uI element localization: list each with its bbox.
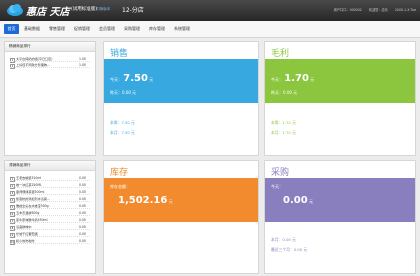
- nav-home[interactable]: 首页: [4, 24, 19, 34]
- slow-ranking-panel: 滞销商品排行 1 王老吉罐装310ml 0.00 2 统一冰红茶250ML 0.00 3…: [4, 160, 96, 274]
- list-item[interactable]: 8 清露鲜味中 0.00: [10, 225, 90, 232]
- slow-ranking-title: 滞销商品排行: [5, 161, 95, 171]
- switch-version-link[interactable]: 切换版本: [96, 7, 110, 12]
- purchase-box: 今天： 0.00 元: [265, 178, 415, 222]
- profit-week: 本周：1.70 元: [271, 120, 296, 125]
- profit-box: 今天： 1.70 元 昨天：0.00 元: [265, 59, 415, 103]
- sales-today: 今天： 7.50 元: [110, 73, 154, 84]
- profit-month: 本月：1.70 元: [271, 130, 296, 135]
- purchase-today-label: 今天：: [271, 184, 283, 189]
- list-item[interactable]: 7 蒙牛原味酸牛奶450ml 0.00: [10, 218, 90, 225]
- nav-inventory[interactable]: 库存管理: [146, 24, 168, 34]
- list-item[interactable]: 5 雅蜂全尖在水蜂宝500g 0.00: [10, 204, 90, 211]
- profit-title: 毛利: [271, 49, 290, 59]
- list-item[interactable]: 4 凯嘉杭的添加剂水清爽… 0.00: [10, 197, 90, 204]
- welcome-info: 欢迎您：店长: [368, 8, 388, 12]
- date-info: 2000-1-X Tue: [394, 8, 416, 12]
- purchase-today: 0.00 元: [283, 195, 313, 206]
- profit-card[interactable]: 毛利 今天： 1.70 元 昨天：0.00 元 本周：1.70 元 本月：1.7…: [264, 41, 416, 156]
- nav-system[interactable]: 系统管理: [171, 24, 193, 34]
- sales-box: 今天： 7.50 元 昨天：0.00 元: [104, 59, 258, 103]
- list-item[interactable]: 2 上好佳不同款分管理物… 1.00: [10, 63, 90, 70]
- list-item[interactable]: 6 五丰农温鲜500g 0.00: [10, 211, 90, 218]
- stock-title: 库存: [110, 168, 129, 178]
- nav-member[interactable]: 会员管理: [96, 24, 118, 34]
- user-info: 用户口口：000002: [333, 8, 362, 12]
- list-item[interactable]: 10 和小的吃啦吃 0.00: [10, 239, 90, 246]
- sales-yesterday: 昨天：0.00 元: [110, 90, 137, 95]
- hot-ranking-title: 畅销商品排行: [5, 42, 95, 52]
- nav-retail[interactable]: 零售管理: [46, 24, 68, 34]
- main-nav: 首页 基础数据 零售管理 促销管理 会员管理 采购管理 库存管理 系统管理: [0, 21, 420, 38]
- sales-title: 销售: [110, 49, 129, 59]
- profit-today: 今天： 1.70 元: [271, 73, 315, 84]
- sales-month: 本月：7.50 元: [110, 130, 135, 135]
- list-item[interactable]: 2 统一冰红茶250ML 0.00: [10, 183, 90, 190]
- purchase-month: 本月：0.00 元: [271, 237, 296, 242]
- top-bar: 惠店 天店 (试用标准版) 切换版本 12-分店 用户口口：000002 欢迎您…: [0, 0, 420, 21]
- list-item[interactable]: 1 大平台纯奶的组(平日口区) 1.00: [10, 57, 90, 64]
- hot-ranking-panel: 畅销商品排行 1 大平台纯奶的组(平日口区) 1.00 2 上好佳不同款分管理物…: [4, 41, 96, 156]
- store-name: 12-分店: [122, 7, 144, 14]
- list-item[interactable]: 9 长城干红葡萄酒 0.00: [10, 232, 90, 239]
- stock-box: 库存金额： 1,502.16 元: [104, 178, 258, 222]
- app-logo-text: 惠店 天店: [26, 7, 70, 18]
- purchase-last-three-months: 最近三个月：0.00 元: [271, 247, 308, 252]
- top-info: 用户口口：000002 欢迎您：店长 2000-1-X Tue: [328, 7, 416, 12]
- edition-label: (试用标准版): [71, 7, 98, 12]
- cloud-logo-icon: [7, 4, 23, 16]
- profit-yesterday: 昨天：0.00 元: [271, 90, 298, 95]
- list-item[interactable]: 3 康师傅绿茶装500ml 0.00: [10, 190, 90, 197]
- stock-amount: 1,502.16 元: [118, 195, 173, 206]
- sales-week: 本周：7.50 元: [110, 120, 135, 125]
- list-item[interactable]: 1 王老吉罐装310ml 0.00: [10, 176, 90, 183]
- nav-purchase[interactable]: 采购管理: [121, 24, 143, 34]
- nav-promotion[interactable]: 促销管理: [71, 24, 93, 34]
- stock-amount-label: 库存金额：: [110, 184, 130, 189]
- sales-card[interactable]: 销售 今天： 7.50 元 昨天：0.00 元 本周：7.50 元 本月：7.5…: [103, 41, 259, 156]
- nav-basic-data[interactable]: 基础数据: [21, 24, 43, 34]
- purchase-card[interactable]: 采购 今天： 0.00 元 本月：0.00 元 最近三个月：0.00 元: [264, 160, 416, 274]
- purchase-title: 采购: [271, 168, 290, 178]
- stock-card[interactable]: 库存 库存金额： 1,502.16 元: [103, 160, 259, 274]
